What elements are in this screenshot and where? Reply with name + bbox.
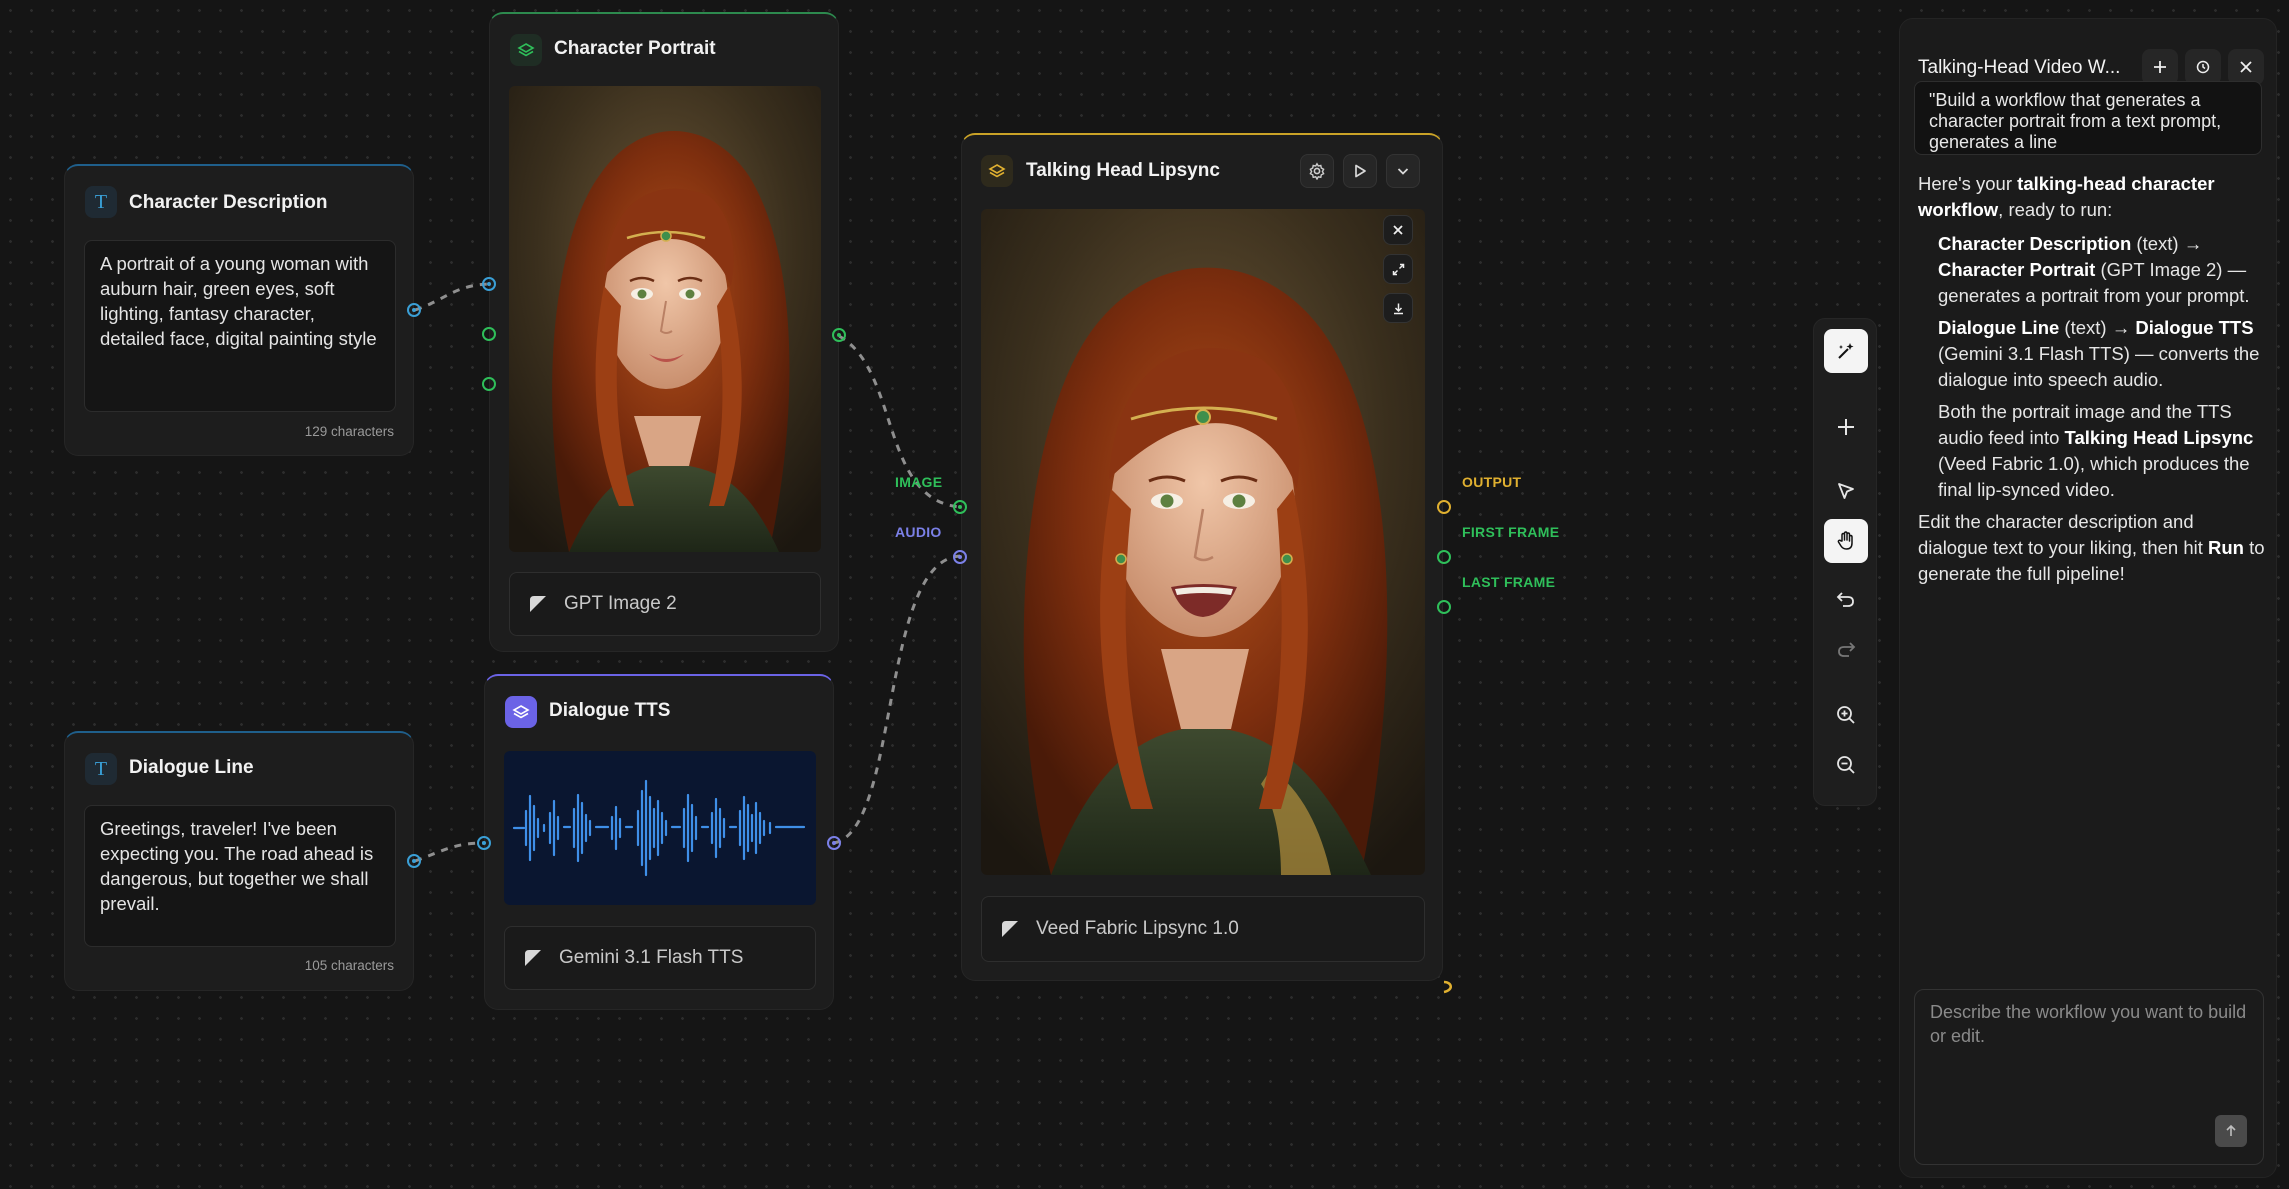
image-input-label: IMAGE bbox=[895, 474, 943, 490]
chevron-down-icon bbox=[1397, 168, 1409, 175]
model-icon bbox=[1002, 921, 1018, 937]
workflow-prompt-box bbox=[1914, 989, 2264, 1165]
response-item: Character Description (text) → Character… bbox=[1938, 233, 2250, 306]
assistant-response: Here's your talking-head character workf… bbox=[1918, 171, 2268, 595]
node-title: Character Portrait bbox=[554, 38, 716, 59]
char-count: 129 characters bbox=[304, 424, 394, 439]
tts-text-input-port[interactable] bbox=[477, 836, 491, 850]
lipsync-output-port[interactable] bbox=[1437, 500, 1451, 514]
character-description-input[interactable]: A portrait of a young woman with auburn … bbox=[84, 240, 396, 412]
audio-input-label: AUDIO bbox=[895, 524, 942, 540]
node-title: Dialogue Line bbox=[129, 757, 254, 778]
response-intro: Here's your talking-head character workf… bbox=[1918, 173, 2215, 220]
char-count: 105 characters bbox=[304, 958, 394, 973]
redo-icon bbox=[1838, 642, 1856, 657]
portrait-image[interactable] bbox=[509, 86, 821, 552]
hand-icon bbox=[1837, 531, 1853, 550]
text-type-icon: T bbox=[85, 186, 117, 218]
close-icon bbox=[2240, 61, 2252, 73]
last-frame-label: LAST FRAME bbox=[1462, 574, 1556, 590]
pan-tool[interactable] bbox=[1824, 519, 1868, 563]
run-node-button[interactable] bbox=[1343, 154, 1377, 188]
user-prompt-text: "Build a workflow that generates a chara… bbox=[1929, 90, 2222, 152]
user-prompt-bubble: "Build a workflow that generates a chara… bbox=[1914, 81, 2262, 155]
zoom-out-tool[interactable] bbox=[1824, 743, 1868, 787]
history-button[interactable] bbox=[2185, 49, 2221, 85]
settings-button[interactable] bbox=[1300, 154, 1334, 188]
dialogue-tts-node[interactable]: Dialogue TTS Gemini 3.1 Flash TTS bbox=[484, 674, 834, 1010]
zoom-in-icon bbox=[1837, 706, 1855, 724]
lipsync-audio-input-port[interactable] bbox=[953, 550, 967, 564]
gear-icon bbox=[1309, 162, 1325, 180]
dialogue-line-node[interactable]: T Dialogue Line Greetings, traveler! I'v… bbox=[64, 731, 414, 991]
close-panel-button[interactable] bbox=[2228, 49, 2264, 85]
zoom-out-icon bbox=[1837, 756, 1855, 774]
model-label: GPT Image 2 bbox=[564, 593, 677, 614]
node-title: Dialogue TTS bbox=[549, 700, 671, 721]
dialogue-line-output-port[interactable] bbox=[407, 854, 421, 868]
response-item: Both the portrait image and the TTS audi… bbox=[1938, 401, 2254, 500]
close-preview-button[interactable] bbox=[1383, 215, 1413, 245]
lipsync-video-preview[interactable] bbox=[981, 209, 1425, 875]
send-button[interactable] bbox=[2215, 1115, 2247, 1147]
history-icon bbox=[2196, 60, 2210, 74]
model-selector[interactable]: Gemini 3.1 Flash TTS bbox=[504, 926, 816, 990]
assistant-panel: Talking-Head Video W... "Build a workflo… bbox=[1899, 18, 2277, 1178]
download-preview-button[interactable] bbox=[1383, 293, 1413, 323]
last-frame-output-port[interactable] bbox=[1437, 600, 1451, 614]
dialogue-line-input[interactable]: Greetings, traveler! I've been expecting… bbox=[84, 805, 396, 947]
magic-wand-icon bbox=[1838, 343, 1854, 359]
portrait-prompt-input-port[interactable] bbox=[482, 277, 496, 291]
model-selector[interactable]: GPT Image 2 bbox=[509, 572, 821, 636]
node-title: Character Description bbox=[129, 192, 328, 213]
response-item: Dialogue Line (text) → Dialogue TTS (Gem… bbox=[1938, 317, 2260, 390]
model-icon bbox=[530, 596, 546, 612]
add-node-tool[interactable] bbox=[1824, 405, 1868, 449]
send-arrow-icon bbox=[2226, 1124, 2236, 1136]
close-icon bbox=[1393, 225, 1403, 235]
lipsync-image-input-port[interactable] bbox=[953, 500, 967, 514]
node-menu-button[interactable] bbox=[1386, 154, 1420, 188]
undo-tool[interactable] bbox=[1824, 577, 1868, 621]
character-description-node[interactable]: T Character Description A portrait of a … bbox=[64, 164, 414, 456]
layers-icon bbox=[510, 34, 542, 66]
plus-icon bbox=[1838, 419, 1854, 435]
new-chat-button[interactable] bbox=[2142, 49, 2178, 85]
plus-icon bbox=[2154, 61, 2166, 73]
layers-icon bbox=[981, 155, 1013, 187]
talking-head-lipsync-node[interactable]: Talking Head Lipsync Veed Fabric Lipsync… bbox=[961, 133, 1443, 981]
undo-icon bbox=[1836, 592, 1854, 607]
layers-icon bbox=[505, 696, 537, 728]
node-title: Talking Head Lipsync bbox=[1026, 160, 1220, 181]
model-selector[interactable]: Veed Fabric Lipsync 1.0 bbox=[981, 896, 1425, 962]
first-frame-output-port[interactable] bbox=[1437, 550, 1451, 564]
portrait-input-port[interactable] bbox=[482, 327, 496, 341]
response-outro: Edit the character description and dialo… bbox=[1918, 511, 2265, 584]
portrait-input-port[interactable] bbox=[482, 377, 496, 391]
workflow-prompt-input[interactable] bbox=[1915, 990, 2263, 1110]
audio-waveform[interactable] bbox=[504, 751, 816, 905]
expand-icon bbox=[1392, 263, 1404, 275]
character-description-output-port[interactable] bbox=[407, 303, 421, 317]
select-tool[interactable] bbox=[1824, 469, 1868, 513]
tts-audio-output-port[interactable] bbox=[827, 836, 841, 850]
zoom-in-tool[interactable] bbox=[1824, 693, 1868, 737]
panel-title: Talking-Head Video W... bbox=[1918, 57, 2121, 78]
pointer-icon bbox=[1838, 483, 1854, 499]
model-label: Veed Fabric Lipsync 1.0 bbox=[1036, 918, 1239, 939]
text-type-icon: T bbox=[85, 753, 117, 785]
character-portrait-node[interactable]: Character Portrait GPT Image 2 bbox=[489, 12, 839, 652]
canvas-toolbar bbox=[1813, 318, 1877, 806]
ai-assist-tool[interactable] bbox=[1824, 329, 1868, 373]
download-icon bbox=[1393, 303, 1403, 314]
play-icon bbox=[1355, 164, 1366, 178]
first-frame-label: FIRST FRAME bbox=[1462, 524, 1560, 540]
portrait-output-port[interactable] bbox=[832, 328, 846, 342]
model-label: Gemini 3.1 Flash TTS bbox=[559, 947, 744, 968]
model-icon bbox=[525, 950, 541, 966]
redo-tool[interactable] bbox=[1824, 627, 1868, 671]
output-label: OUTPUT bbox=[1462, 474, 1522, 490]
expand-preview-button[interactable] bbox=[1383, 254, 1413, 284]
